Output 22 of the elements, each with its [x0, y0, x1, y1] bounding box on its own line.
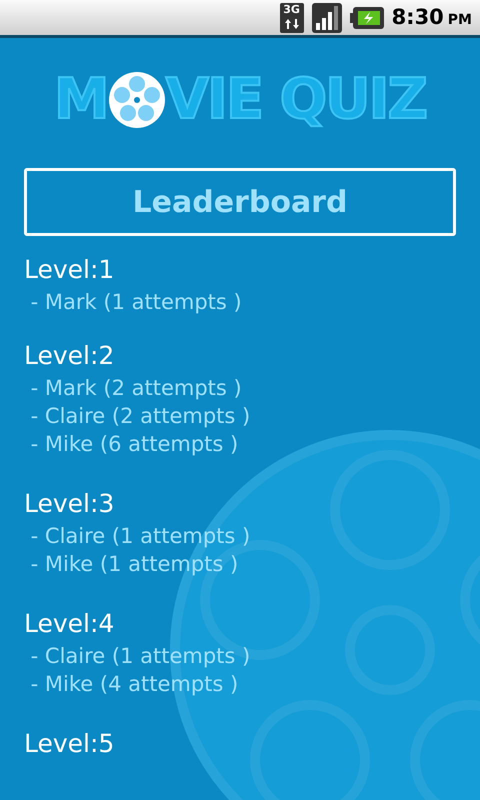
level-heading: Level:5: [24, 728, 116, 760]
logo-text: VIE QUIZ: [166, 72, 426, 128]
level-heading: Level:1: [24, 254, 116, 286]
score-entry: - Claire (1 attempts ): [30, 523, 252, 550]
logo-text: M: [54, 72, 108, 128]
film-reel-icon: [108, 71, 166, 129]
score-entry: - Mark (2 attempts ): [30, 375, 243, 402]
level-heading: Level:4: [24, 608, 116, 640]
battery-icon: [350, 6, 384, 28]
clock-time: 8:30: [392, 4, 444, 31]
score-entry: - Mike (6 attempts ): [30, 431, 240, 458]
score-entry: - Claire (2 attempts ): [30, 403, 252, 430]
clock-period: PM: [448, 10, 472, 30]
network-icon: 3G: [280, 2, 304, 32]
leaderboard-heading: Leaderboard: [24, 168, 456, 236]
level-heading: Level:3: [24, 488, 116, 520]
score-entry: - Mark (1 attempts ): [30, 289, 243, 316]
signal-icon: [312, 2, 342, 32]
score-entry: - Mike (1 attempts ): [30, 551, 240, 578]
score-entry: - Mike (4 attempts ): [30, 671, 240, 698]
level-heading: Level:2: [24, 340, 116, 372]
score-entry: - Claire (1 attempts ): [30, 643, 252, 670]
